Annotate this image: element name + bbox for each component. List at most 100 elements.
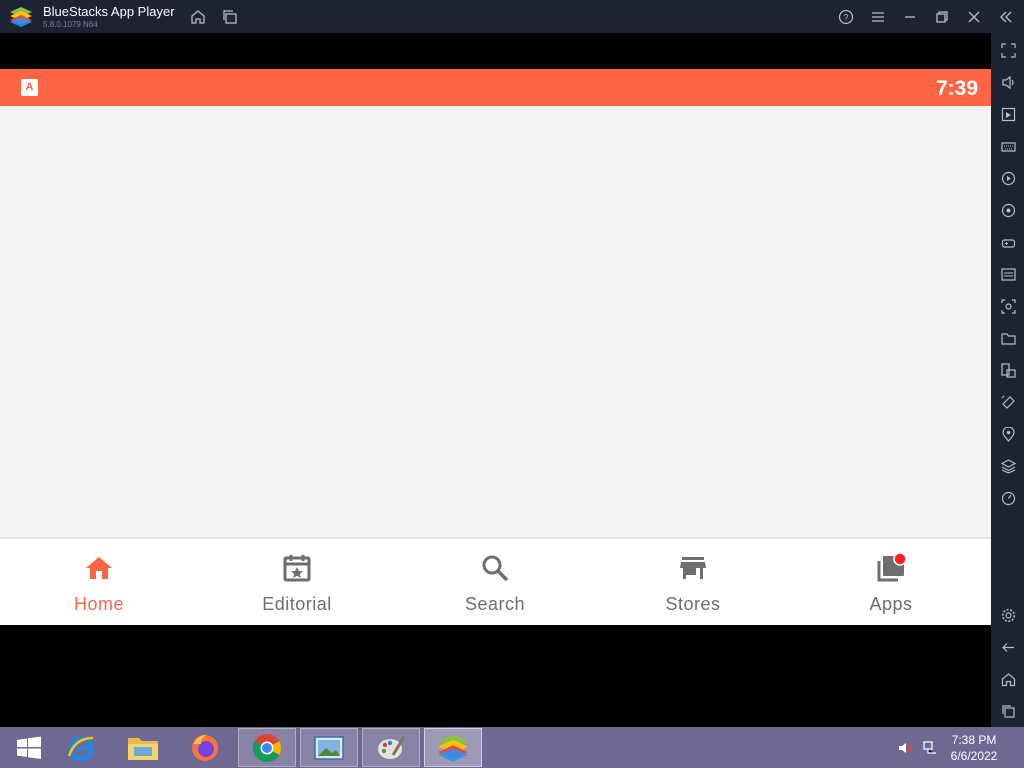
gamepad-icon xyxy=(1001,238,1015,248)
apps-library-icon xyxy=(877,553,906,582)
back-button[interactable] xyxy=(999,638,1017,656)
home-icon xyxy=(1001,672,1015,686)
eco-mode-button[interactable] xyxy=(999,489,1017,507)
layers-button[interactable] xyxy=(999,457,1017,475)
taskbar-paint[interactable] xyxy=(362,728,420,767)
clock-time: 7:38 PM xyxy=(951,733,997,747)
restore-button[interactable] xyxy=(932,7,952,27)
screenshot-button[interactable] xyxy=(999,297,1017,315)
taskbar-photos[interactable] xyxy=(300,728,358,767)
macro-button[interactable] xyxy=(999,169,1017,187)
nav-item-editorial[interactable]: Editorial xyxy=(198,539,396,625)
folder-button[interactable] xyxy=(999,329,1017,347)
internet-explorer-icon xyxy=(67,736,94,761)
minimize-icon xyxy=(905,16,915,18)
firefox-icon xyxy=(192,734,218,761)
rotate-icon xyxy=(1001,395,1015,409)
status-time: 7:39 xyxy=(935,77,978,100)
recents-icon xyxy=(1001,704,1015,718)
nav-item-home[interactable]: Home xyxy=(0,539,198,625)
media-icon xyxy=(1001,107,1015,121)
close-button[interactable] xyxy=(964,7,984,27)
nav-label-stores: Stores xyxy=(665,594,721,614)
nav-label-search: Search xyxy=(464,594,526,614)
taskbar-chrome[interactable] xyxy=(238,728,296,767)
macro-icon xyxy=(1001,171,1015,185)
location-button[interactable] xyxy=(999,425,1017,443)
taskbar-file-explorer[interactable] xyxy=(114,728,172,767)
volume-muted-icon[interactable] xyxy=(898,740,914,756)
app-notification-icon: A xyxy=(21,79,38,96)
network-icon[interactable] xyxy=(922,740,938,756)
window-version: 5.8.0.1079 N64 xyxy=(43,20,98,29)
main-content-area xyxy=(0,106,991,538)
double-chevron-left-icon xyxy=(1000,11,1012,23)
paint-icon xyxy=(378,735,406,759)
hamburger-menu-icon xyxy=(872,12,884,22)
taskbar-bluestacks[interactable] xyxy=(424,728,482,767)
nav-item-stores[interactable]: Stores xyxy=(594,539,792,625)
keyboard-button[interactable] xyxy=(999,137,1017,155)
keyboard-icon xyxy=(1000,141,1016,152)
help-button[interactable]: ? xyxy=(836,7,856,27)
volume-icon xyxy=(1001,75,1014,89)
search-icon xyxy=(482,555,509,582)
nav-item-search[interactable]: Search xyxy=(396,539,594,625)
eco-mode-icon xyxy=(1001,491,1015,505)
location-icon xyxy=(1001,426,1015,442)
apk-button[interactable] xyxy=(999,265,1017,283)
calendar-star-icon xyxy=(283,555,311,582)
nav-label-apps: Apps xyxy=(869,594,913,614)
nav-label-home: Home xyxy=(73,594,124,614)
settings-button[interactable] xyxy=(999,606,1017,624)
gamepad-button[interactable] xyxy=(999,233,1017,251)
restore-icon xyxy=(936,11,948,23)
screenshot-icon xyxy=(1000,298,1016,314)
bluestacks-logo-icon xyxy=(10,7,32,27)
home-icon xyxy=(191,10,205,24)
taskbar-internet-explorer[interactable] xyxy=(52,728,110,767)
folder-icon xyxy=(1000,332,1016,345)
photos-icon xyxy=(314,735,344,760)
collapse-sidebar-button[interactable] xyxy=(996,7,1016,27)
close-icon xyxy=(968,11,980,23)
windows-taskbar: 7:38 PM 6/6/2022 xyxy=(0,727,1024,768)
android-home-button[interactable] xyxy=(999,670,1017,688)
home-button[interactable] xyxy=(188,7,208,27)
multi-instance-sidebar-button[interactable] xyxy=(999,361,1017,379)
bottom-navigation: Home Editorial Search Stores Apps xyxy=(0,537,991,625)
android-status-bar: A 7:39 xyxy=(0,69,991,106)
multi-instance-button[interactable] xyxy=(220,7,240,27)
start-button[interactable] xyxy=(0,728,58,767)
rotate-button[interactable] xyxy=(999,393,1017,411)
file-explorer-icon xyxy=(128,737,158,760)
sync-button[interactable] xyxy=(999,201,1017,219)
bluestacks-icon xyxy=(438,733,468,762)
sync-icon xyxy=(1001,203,1015,217)
back-arrow-icon xyxy=(1001,642,1014,652)
window-title: BlueStacks App Player xyxy=(43,4,175,19)
window-titlebar: BlueStacks App Player 5.8.0.1079 N64 ? xyxy=(0,0,1024,33)
recents-button[interactable] xyxy=(999,702,1017,720)
start-icon xyxy=(17,736,41,759)
settings-icon xyxy=(1001,608,1015,622)
taskbar-firefox[interactable] xyxy=(176,728,234,767)
help-icon: ? xyxy=(838,9,854,25)
right-sidebar xyxy=(991,33,1024,727)
apk-icon xyxy=(1000,267,1016,281)
clock-date: 6/6/2022 xyxy=(950,749,998,763)
menu-button[interactable] xyxy=(868,7,888,27)
media-button[interactable] xyxy=(999,105,1017,123)
home-icon xyxy=(86,557,112,579)
minimize-button[interactable] xyxy=(900,7,920,27)
nav-item-apps[interactable]: Apps xyxy=(792,539,990,625)
fullscreen-button[interactable] xyxy=(999,41,1017,59)
multi-instance-icon xyxy=(223,10,237,24)
nav-label-editorial: Editorial xyxy=(262,594,332,614)
layers-icon xyxy=(1000,458,1016,474)
multi-instance-icon xyxy=(1000,362,1016,378)
system-clock[interactable]: 7:38 PM 6/6/2022 xyxy=(944,732,1004,764)
chrome-icon xyxy=(253,733,281,762)
svg-text:?: ? xyxy=(843,13,848,23)
volume-button[interactable] xyxy=(999,73,1017,91)
